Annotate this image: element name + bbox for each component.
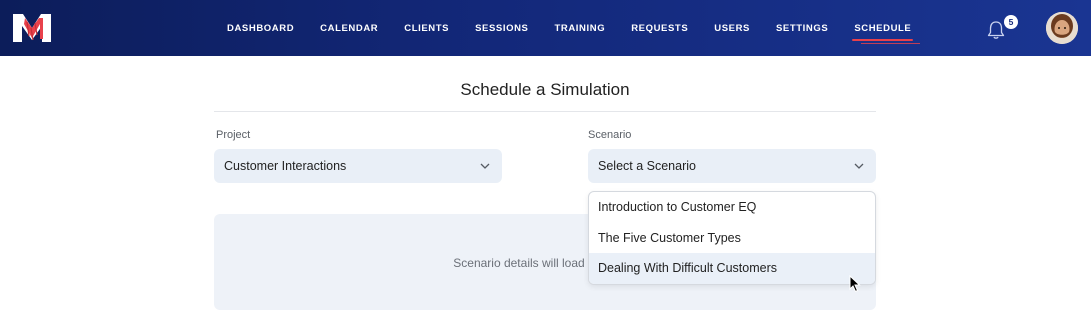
project-label: Project [216, 129, 251, 141]
scenario-option[interactable]: The Five Customer Types [589, 223, 875, 254]
top-navigation-bar: DASHBOARD CALENDAR CLIENTS SESSIONS TRAINING… [0, 0, 1091, 56]
title-divider [214, 111, 876, 112]
nav-requests[interactable]: REQUESTS [618, 23, 701, 34]
user-avatar[interactable] [1046, 12, 1078, 44]
chevron-down-icon [480, 163, 490, 169]
avatar-face-icon [1046, 12, 1078, 44]
bell-icon[interactable] [987, 20, 1005, 40]
nav-sessions[interactable]: SESSIONS [462, 23, 541, 34]
project-select-value: Customer Interactions [224, 159, 347, 173]
project-select[interactable]: Customer Interactions [214, 149, 502, 183]
scenario-option[interactable]: Dealing With Difficult Customers [589, 253, 875, 284]
notification-badge[interactable]: 5 [1004, 15, 1018, 29]
scenario-option[interactable]: Introduction to Customer EQ [589, 192, 875, 223]
scenario-select-value: Select a Scenario [598, 159, 696, 173]
nav-schedule[interactable]: SCHEDULE [841, 23, 924, 44]
scenario-label: Scenario [588, 129, 632, 141]
nav-clients[interactable]: CLIENTS [391, 23, 462, 34]
scenario-select[interactable]: Select a Scenario [588, 149, 876, 183]
nav-users[interactable]: USERS [701, 23, 763, 34]
nav-training[interactable]: TRAINING [541, 23, 618, 34]
brand-logo-icon[interactable] [13, 14, 51, 42]
scenario-dropdown-menu: Introduction to Customer EQ The Five Cust… [588, 191, 876, 285]
nav-calendar[interactable]: CALENDAR [307, 23, 391, 34]
nav-dashboard[interactable]: DASHBOARD [214, 23, 307, 34]
page-title: Schedule a Simulation [460, 80, 630, 99]
nav-settings[interactable]: SETTINGS [763, 23, 841, 34]
chevron-down-icon [854, 163, 864, 169]
main-nav: DASHBOARD CALENDAR CLIENTS SESSIONS TRAINING… [214, 0, 924, 56]
mouse-pointer-icon [849, 275, 861, 293]
